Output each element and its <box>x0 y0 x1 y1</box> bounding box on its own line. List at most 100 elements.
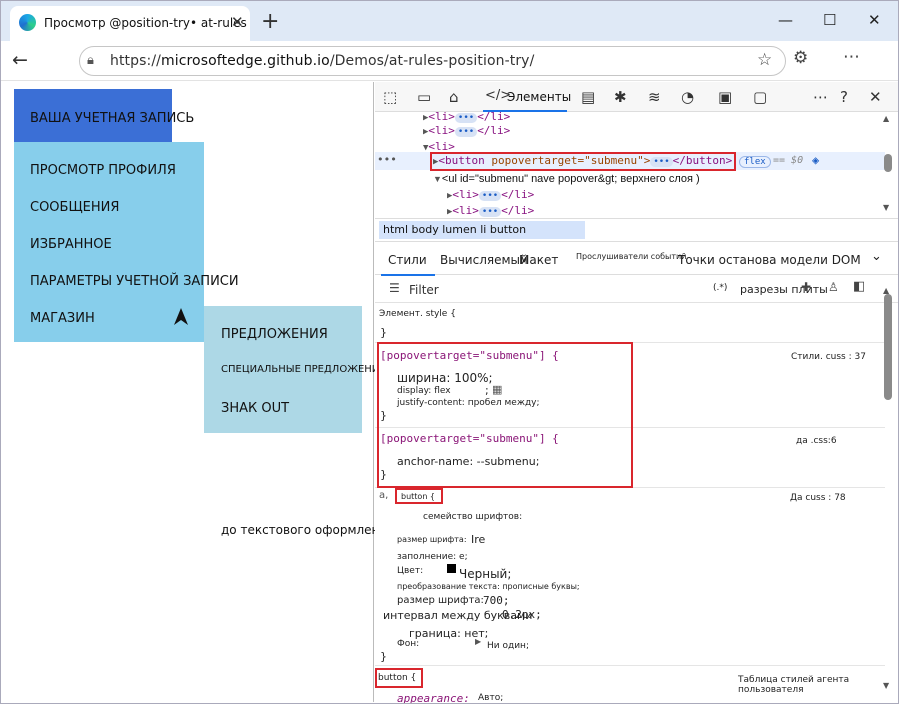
styles-scrollbar[interactable]: ▲ ▼ <box>883 286 893 696</box>
dom-node-li[interactable]: ▶<li> ••• </li> <box>423 124 510 137</box>
tag-open: <li> <box>428 110 455 123</box>
prop-padding[interactable]: заполнение: e; <box>397 552 468 562</box>
welcome-home-icon[interactable]: ⌂ <box>449 88 459 106</box>
highlight-box <box>375 668 423 688</box>
dom-node-ul[interactable]: ▼<ul id="submenu" nave popover&gt; верхн… <box>433 173 700 185</box>
close-window-icon[interactable]: ✕ <box>868 11 881 29</box>
css-rule-user-agent: button { Таблица стилей агента пользоват… <box>375 666 885 703</box>
menu-item-settings[interactable]: ПАРАМЕТРЫ УЧЕТНОЙ ЗАПИСИ <box>30 274 239 289</box>
flex-badge[interactable]: flex <box>739 156 771 168</box>
prop-font-size-value[interactable]: Ire <box>471 533 485 546</box>
menu-item-profile[interactable]: ПРОСМОТР ПРОФИЛЯ <box>30 163 176 178</box>
scroll-down-icon[interactable]: ▼ <box>883 203 889 212</box>
dom-node-li[interactable]: ▶<li> ••• </li> <box>447 188 534 201</box>
prop-font-size-label[interactable]: размер шрифта: <box>397 535 467 544</box>
css-rule-button: a, button { Да cuss : 78 семейство шрифт… <box>375 488 885 666</box>
prop-text-transform[interactable]: преобразование текста: прописные буквы; <box>397 582 580 591</box>
element-style-selector[interactable]: Элемент. style { <box>379 309 456 319</box>
dom-node-li[interactable]: ▶<li> ••• </li> <box>423 110 510 123</box>
rule-source-link[interactable]: Да cuss : 78 <box>790 493 846 503</box>
highlight-box <box>377 342 633 488</box>
extensions-icon[interactable]: ⚙ <box>793 48 808 68</box>
styles-subtabs: Стили Вычисляемый Макет Прослушиватели с… <box>375 243 898 276</box>
tab-computed[interactable]: Вычисляемый <box>440 253 528 267</box>
device-emulation-icon[interactable]: ▭ <box>417 88 431 106</box>
new-rule-icon[interactable]: ✚ <box>801 280 811 294</box>
breadcrumb-path[interactable]: html body lumen li button <box>379 221 585 239</box>
memory-chip-icon[interactable]: ▣ <box>718 88 732 106</box>
rule-source-link[interactable]: Стили. cuss : 37 <box>791 352 866 362</box>
tab-close-icon[interactable]: ✕ <box>231 13 244 31</box>
tab-elements[interactable]: </> Элементы <box>483 82 571 112</box>
styles-pane: Элемент. style { } [popovertarget="subme… <box>375 303 885 703</box>
scroll-thumb[interactable] <box>884 154 892 172</box>
prop-font-weight-label[interactable]: размер шрифта: <box>397 595 484 606</box>
console-icon[interactable]: ▤ <box>581 88 595 106</box>
dom-node-li[interactable]: ▶<li> ••• </li> <box>447 204 534 217</box>
prop-color-value[interactable]: Черный; <box>459 567 511 581</box>
highlight-box <box>430 152 736 171</box>
ellipsis-badge[interactable]: ••• <box>478 207 502 217</box>
scroll-thumb[interactable] <box>884 294 892 400</box>
more-tools-icon[interactable]: ⋯ <box>813 88 828 106</box>
menu-item-messages[interactable]: СООБЩЕНИЯ <box>30 200 119 215</box>
ellipsis-badge[interactable]: ••• <box>478 191 502 201</box>
new-tab-icon[interactable]: + <box>261 9 279 34</box>
url-host: microsoftedge.github.io <box>160 53 330 69</box>
network-wifi-icon[interactable]: ≋ <box>648 88 661 106</box>
rule-source-label: Таблица стилей агента пользователя <box>738 675 850 695</box>
filter-input[interactable]: Filter <box>409 283 439 297</box>
favorite-star-icon[interactable]: ☆ <box>757 50 772 70</box>
tab-styles[interactable]: Стили <box>381 253 435 276</box>
more-menu-icon[interactable]: ⋯ <box>843 47 860 67</box>
back-arrow-icon[interactable]: ← <box>12 49 28 71</box>
prop-font-family[interactable]: семейство шрифтов: <box>423 512 522 522</box>
title-bar: Просмотр @position-try• at-rules ✕ + — ☐… <box>1 1 898 41</box>
minimize-icon[interactable]: — <box>778 11 793 29</box>
address-input[interactable]: 🔒︎ https://microsoftedge.github.io/Demos… <box>79 46 786 76</box>
prop-appearance-value[interactable]: Авто; <box>478 693 503 703</box>
expand-triangle-icon[interactable]: ▶ <box>475 637 481 646</box>
rule-source-link[interactable]: да .css:6 <box>796 436 837 446</box>
chevron-down-icon[interactable]: ⌄ <box>871 249 882 264</box>
submenu-item-special-offers[interactable]: СПЕЦИАЛЬНЫЕ ПРЕДЛОЖЕНИЯ <box>221 364 386 375</box>
copilot-icon[interactable]: ◈ <box>812 153 819 167</box>
prop-color-label[interactable]: Цвет: <box>397 566 423 576</box>
close-devtools-icon[interactable]: ✕ <box>869 88 882 106</box>
menu-item-favorites[interactable]: ИЗБРАННОЕ <box>30 237 112 252</box>
tab-layout[interactable]: Макет <box>519 253 558 267</box>
scroll-up-icon[interactable]: ▲ <box>883 114 889 123</box>
edge-logo-icon <box>19 14 36 31</box>
prop-appearance[interactable]: appearance: <box>397 692 470 703</box>
help-icon[interactable]: ? <box>840 88 848 106</box>
prop-background-label[interactable]: Фон: <box>397 639 419 649</box>
account-button[interactable]: ВАША УЧЕТНАЯ ЗАПИСЬ <box>14 89 194 142</box>
ellipsis-badge[interactable]: ••• <box>454 113 478 123</box>
class-toggle[interactable]: разрезы плиты <box>740 283 828 296</box>
ellipsis-badge[interactable]: ••• <box>454 127 478 137</box>
sidebar-toggle-icon[interactable]: ◧ <box>853 279 865 294</box>
bug-icon[interactable]: ✱ <box>614 88 627 106</box>
tab-dom-breakpoints[interactable]: Точки останова модели DOM <box>678 253 861 267</box>
pseudo-state-toggle[interactable]: (.*) <box>713 283 727 293</box>
maximize-icon[interactable]: ☐ <box>823 11 836 29</box>
prop-letter-spacing-value[interactable]: 0.2px; <box>502 608 542 621</box>
menu-item-shop[interactable]: МАГАЗИН <box>30 311 95 326</box>
scroll-down-icon[interactable]: ▼ <box>883 681 889 690</box>
prop-font-weight-value[interactable]: 700; <box>483 594 510 607</box>
application-icon[interactable]: ▢ <box>753 88 767 106</box>
inspect-icon[interactable]: ⬚ <box>383 88 397 106</box>
lock-icon[interactable]: 🔒︎ <box>87 53 94 68</box>
submenu-item-offers[interactable]: ПРЕДЛОЖЕНИЯ <box>221 327 328 342</box>
browser-tab[interactable]: Просмотр @position-try• at-rules ✕ <box>10 6 250 41</box>
color-swatch-icon[interactable] <box>447 564 456 573</box>
browser-window: Просмотр @position-try• at-rules ✕ + — ☐… <box>0 0 899 704</box>
performance-gauge-icon[interactable]: ◔ <box>681 88 694 106</box>
paint-brush-icon[interactable]: ♙ <box>828 280 839 294</box>
dom-tree-scrollbar[interactable]: ▲ ▼ <box>883 114 893 214</box>
devtools-panel: ⬚ ▭ ⌂ </> Элементы ▤ ✱ ≋ ◔ ▣ ▢ ⋯ ? ✕ ▶<l… <box>375 82 898 703</box>
prop-background-value[interactable]: Ни один; <box>487 641 529 651</box>
row-menu-icon[interactable]: ••• <box>377 153 397 166</box>
tab-event-listeners[interactable]: Прослушиватели событий <box>576 252 686 261</box>
submenu-item-sign-out[interactable]: ЗНАК OUT <box>221 401 289 416</box>
